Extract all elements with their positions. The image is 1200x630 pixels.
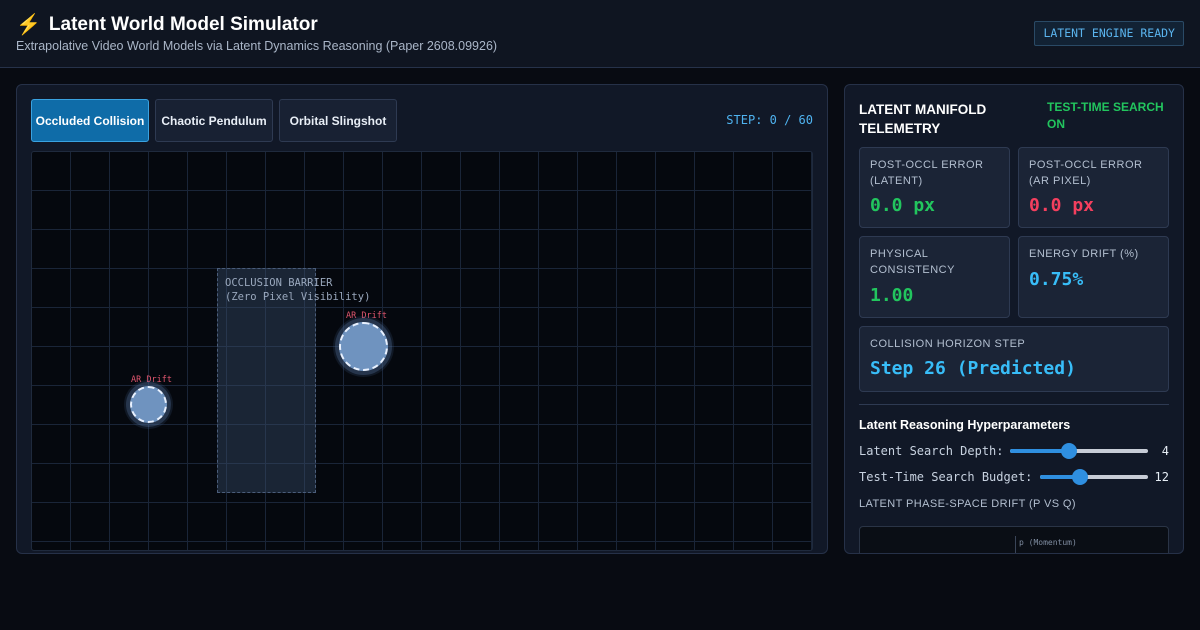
telemetry-panel: LATENT MANIFOLD TELEMETRY TEST-TIME SEAR… (844, 84, 1184, 554)
occlusion-barrier-label: OCCLUSION BARRIER (Zero Pixel Visibility… (225, 276, 370, 304)
phase-space-title: LATENT PHASE-SPACE DRIFT (P VS Q) (859, 498, 1076, 510)
search-depth-label: Latent Search Depth: (859, 444, 1004, 458)
search-depth-value: 4 (1161, 444, 1169, 458)
latent-error-value: 0.0 px (870, 195, 936, 216)
horizon-card: COLLISION HORIZON STEP Step 26 (Predicte… (859, 326, 1169, 392)
hyperparameters-title: Latent Reasoning Hyperparameters (859, 418, 1071, 432)
horizon-value: Step 26 (Predicted) (870, 358, 1076, 379)
energy-drift-label: ENERGY DRIFT (%) (1029, 248, 1139, 260)
ball-left-drift-label: AR Drift (131, 375, 172, 385)
ball-right (339, 322, 388, 371)
energy-drift-card: ENERGY DRIFT (%) 0.75% (1018, 236, 1169, 318)
pixel-error-card: POST-OCCL ERROR (AR PIXEL) 0.0 px (1018, 147, 1169, 228)
tab-occluded-collision[interactable]: Occluded Collision (31, 99, 149, 142)
barrier-label-line1: OCCLUSION BARRIER (225, 277, 333, 289)
consistency-card: PHYSICAL CONSISTENCY 1.00 (859, 236, 1010, 318)
latent-error-label: POST-OCCL ERROR (LATENT) (870, 159, 984, 187)
header-bar: ⚡ Latent World Model Simulator Extrapola… (0, 0, 1200, 68)
phase-space-plot: p (Momentum) (859, 526, 1169, 553)
consistency-value: 1.00 (870, 285, 914, 306)
app-title: Latent World Model Simulator (48, 14, 318, 35)
search-depth-slider[interactable] (1010, 443, 1148, 459)
search-budget-thumb[interactable] (1071, 469, 1088, 485)
horizon-label: COLLISION HORIZON STEP (870, 338, 1026, 350)
barrier-label-line2: (Zero Pixel Visibility) (225, 291, 371, 303)
search-budget-label: Test-Time Search Budget: (859, 470, 1033, 484)
energy-drift-value: 0.75% (1029, 269, 1084, 290)
search-budget-row: Test-Time Search Budget: 12 (859, 467, 1169, 487)
search-depth-thumb[interactable] (1061, 443, 1078, 459)
search-status-badge: TEST-TIME SEARCH ON (1047, 100, 1164, 131)
consistency-label: PHYSICAL CONSISTENCY (870, 248, 955, 276)
step-counter: STEP: 0 / 60 (726, 113, 813, 127)
ball-left (130, 386, 167, 423)
ball-right-drift-label: AR Drift (346, 311, 387, 321)
search-budget-value: 12 (1154, 470, 1169, 484)
section-divider (859, 404, 1169, 405)
telemetry-title: LATENT MANIFOLD TELEMETRY (859, 102, 987, 136)
title-row: ⚡ Latent World Model Simulator (16, 13, 318, 37)
tab-chaotic-pendulum[interactable]: Chaotic Pendulum (155, 99, 273, 142)
simulation-panel: Occluded Collision Chaotic Pendulum Orbi… (16, 84, 828, 554)
simulation-canvas[interactable]: OCCLUSION BARRIER (Zero Pixel Visibility… (31, 151, 813, 551)
lightning-bolt-icon: ⚡ (16, 14, 41, 36)
engine-status-badge: LATENT ENGINE READY (1034, 21, 1184, 46)
pixel-error-label: POST-OCCL ERROR (AR PIXEL) (1029, 159, 1143, 187)
app-subtitle: Extrapolative Video World Models via Lat… (16, 39, 498, 53)
tab-orbital-slingshot[interactable]: Orbital Slingshot (279, 99, 397, 142)
search-budget-slider[interactable] (1040, 469, 1148, 485)
latent-error-card: POST-OCCL ERROR (LATENT) 0.0 px (859, 147, 1010, 228)
pixel-error-value: 0.0 px (1029, 195, 1095, 216)
phase-axis-label: p (Momentum) (1019, 538, 1077, 547)
phase-momentum-axis (1015, 536, 1016, 553)
search-depth-row: Latent Search Depth: 4 (859, 441, 1169, 461)
